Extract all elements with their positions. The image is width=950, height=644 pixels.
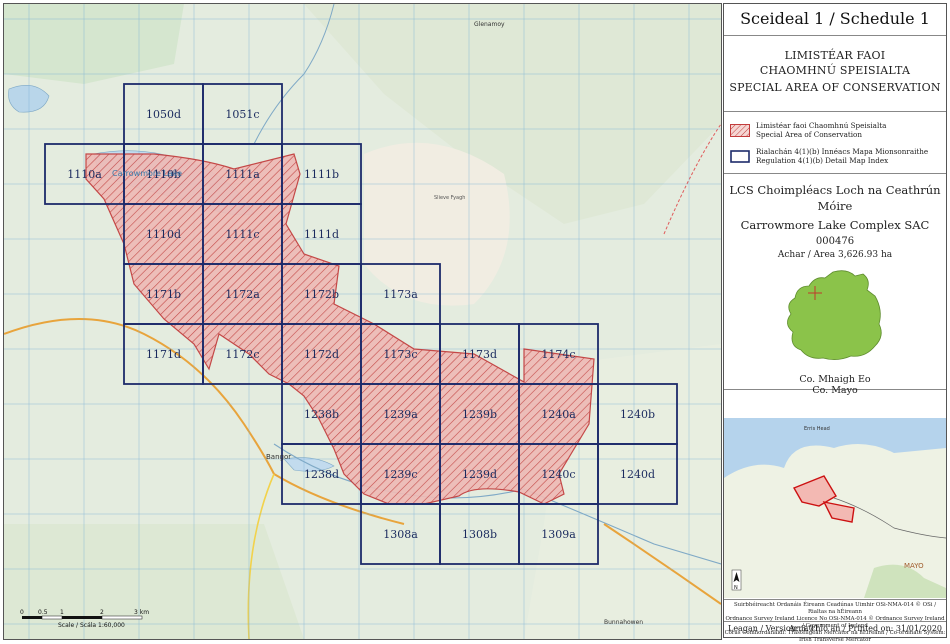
index-tile-label: 1051c <box>225 108 259 121</box>
index-tile-label: 1110a <box>67 168 102 181</box>
inset-label-town: Erris Head <box>804 426 830 432</box>
index-tile-label: 1309a <box>541 528 576 541</box>
svg-text:N: N <box>734 585 738 591</box>
legend-sac-ga: Limistéar faoi Chaomhnú Speisialta <box>756 121 887 130</box>
map-canvas[interactable]: 1050d 1051c 1110a 1110b 1111a 1111b 1110d 1111c… <box>3 3 722 640</box>
index-tile-label: 1238b <box>304 408 339 421</box>
index-tile-label: 1172a <box>225 288 260 301</box>
legend-item-sac: Limistéar faoi Chaomhnú Speisialta Speci… <box>730 118 886 142</box>
index-tile-label: 1240d <box>620 468 655 481</box>
index-tile-label: 1111a <box>225 168 260 181</box>
index-tile-label: 1308b <box>462 528 497 541</box>
site-name-ga: LCS Choimpléacs Loch na Ceathrún Móire <box>729 183 941 213</box>
site-area: Achar / Area 3,626.93 ha <box>777 250 893 260</box>
index-tile-label: 1172b <box>304 288 339 301</box>
index-tile-label: 1239d <box>462 468 497 481</box>
legend-index-en: Regulation 4(1)(b) Detail Map Index <box>756 156 889 165</box>
index-tile-label: 1171b <box>146 288 181 301</box>
title-box: Sceideal 1 / Schedule 1 <box>724 4 946 36</box>
place-label-bangor: Bangor <box>266 453 291 461</box>
legend-sac-en: Special Area of Conservation <box>756 130 863 139</box>
footer-copyright: Suirbhéireacht Ordanáis Éireann Ceadúnas… <box>724 600 946 643</box>
copyright-ga: Suirbhéireacht Ordanáis Éireann Ceadúnas… <box>733 602 937 615</box>
index-tile-label: 1111d <box>304 228 339 241</box>
box-swatch-icon <box>730 149 750 163</box>
inset-map: Erris Head MAYO N <box>724 418 947 598</box>
north-arrow-icon: N <box>731 569 742 591</box>
index-tile-label: 1173a <box>383 288 418 301</box>
index-tile-label: 1172c <box>225 348 259 361</box>
index-tile-label: 1174c <box>541 348 575 361</box>
index-tile-label: 1173c <box>383 348 417 361</box>
map-sheet: 1050d 1051c 1110a 1110b 1111a 1111b 1110d 1111c… <box>0 0 950 643</box>
designation-en: SPECIAL AREA OF CONSERVATION <box>729 81 941 94</box>
index-tile-label: 1050d <box>146 108 181 121</box>
index-tile-label: 1308a <box>383 528 418 541</box>
schedule-title: Sceideal 1 / Schedule 1 <box>740 9 930 28</box>
index-tile-label: 1239b <box>462 408 497 421</box>
index-tile-label: 1171d <box>146 348 181 361</box>
scale-tick: 0.5 <box>38 609 48 616</box>
site-code: 000476 <box>815 236 855 247</box>
index-tile-label: 1111b <box>304 168 339 181</box>
ireland-locator-icon <box>787 270 882 360</box>
scale-text: Scale / Scála 1:60,000 <box>58 622 125 629</box>
designation-ga-1: LIMISTÉAR FAOI <box>784 49 886 62</box>
scale-tick: 1 <box>60 609 64 616</box>
legend-item-index: Rialachán 4(1)(b) Innéacs Mapa Mionsonra… <box>730 144 928 168</box>
legend-index-ga: Rialachán 4(1)(b) Innéacs Mapa Mionsonra… <box>756 147 929 156</box>
scale-tick: 2 <box>100 609 104 616</box>
index-tile-label: 1238d <box>304 468 339 481</box>
footer-version: Leagan / Version: 3.01 Arna chló an / Pr… <box>724 622 946 638</box>
place-label-summit: Slieve Fyagh <box>434 195 465 201</box>
inset-label-county: MAYO <box>904 562 924 570</box>
legend-panel: Sceideal 1 / Schedule 1 LIMISTÉAR FAOI C… <box>723 3 947 643</box>
inset-map-box[interactable]: Erris Head MAYO N <box>724 418 947 600</box>
place-label-east: Bunnahowen <box>604 619 643 626</box>
county-en: Co. Mayo <box>812 385 858 396</box>
map-svg: 1050d 1051c1110a 1110b 1111a 1111b1110d 1111c… <box>4 4 721 639</box>
index-tile-label: 1239c <box>383 468 417 481</box>
lowland-sw <box>4 524 304 639</box>
site-name-en: Carrowmore Lake Complex SAC <box>740 218 930 232</box>
index-tile-label: 1173d <box>462 348 497 361</box>
index-tile-label: 1110d <box>146 228 181 241</box>
index-tile-label: 1239a <box>383 408 418 421</box>
summit-area <box>364 142 510 306</box>
place-label-lake: Carrowmore Lake <box>112 169 182 178</box>
designation-box: LIMISTÉAR FAOI CHAOMHNÚ SPEISIALTA SPECI… <box>724 36 946 112</box>
site-box: LCS Choimpléacs Loch na Ceathrún Móire C… <box>724 174 946 396</box>
index-tile-label: 1111c <box>225 228 259 241</box>
county-ga: Co. Mhaigh Eo <box>799 374 871 385</box>
index-tile-label: 1240c <box>541 468 575 481</box>
legend-box: Limistéar faoi Chaomhnú Speisialta Speci… <box>724 112 946 174</box>
printed-date: Arna chló an / Printed on: 31/01/2020 <box>788 624 942 633</box>
place-label-glenamoy: Glenamoy <box>474 21 505 28</box>
scale-tick: 3 km <box>134 609 149 616</box>
hatch-swatch-icon <box>730 123 750 137</box>
index-tile-label: 1172d <box>304 348 339 361</box>
index-tile-label: 1240b <box>620 408 655 421</box>
designation-ga-2: CHAOMHNÚ SPEISIALTA <box>759 64 911 77</box>
index-tile-label: 1240a <box>541 408 576 421</box>
scale-tick: 0 <box>20 609 24 616</box>
